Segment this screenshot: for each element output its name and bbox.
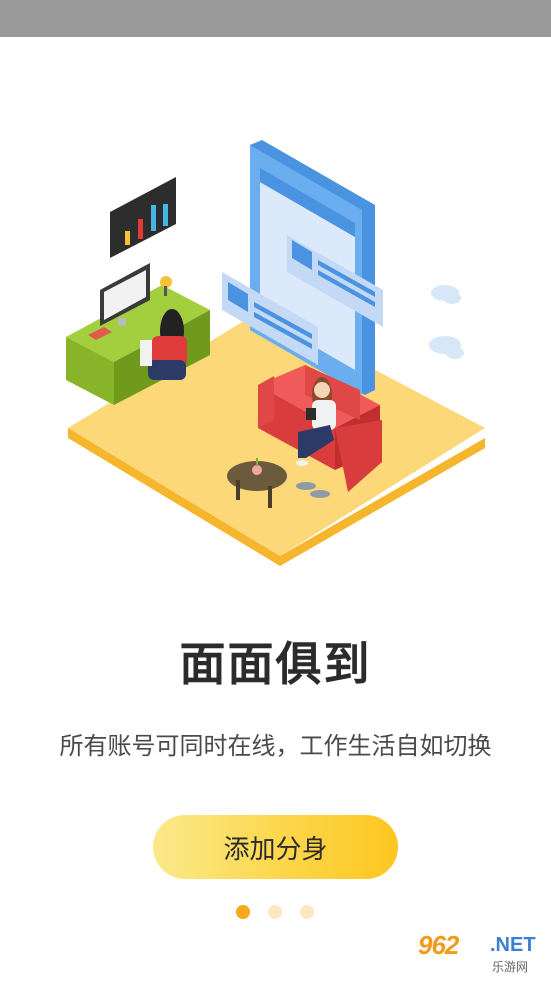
add-clone-button[interactable]: 添加分身 [153, 815, 398, 879]
watermark-net-text: .NET [490, 934, 536, 956]
watermark-logo-text: 962 [418, 930, 459, 960]
wall-chart-board [110, 177, 176, 258]
page-title: 面面俱到 [179, 637, 372, 691]
page-indicator [0, 905, 551, 921]
page-dot-3[interactable] [300, 905, 314, 919]
page-dot-1[interactable] [236, 905, 250, 919]
page-dot-2[interactable] [268, 905, 282, 919]
cloud-icon [429, 285, 464, 359]
watermark-subtext: 乐游网 [492, 960, 529, 974]
page-subtitle: 所有账号可同时在线，工作生活自如切换 [59, 732, 492, 760]
hero-illustration [66, 140, 485, 566]
site-watermark: 962 .NET 乐游网 [412, 928, 547, 976]
status-bar [0, 0, 551, 37]
